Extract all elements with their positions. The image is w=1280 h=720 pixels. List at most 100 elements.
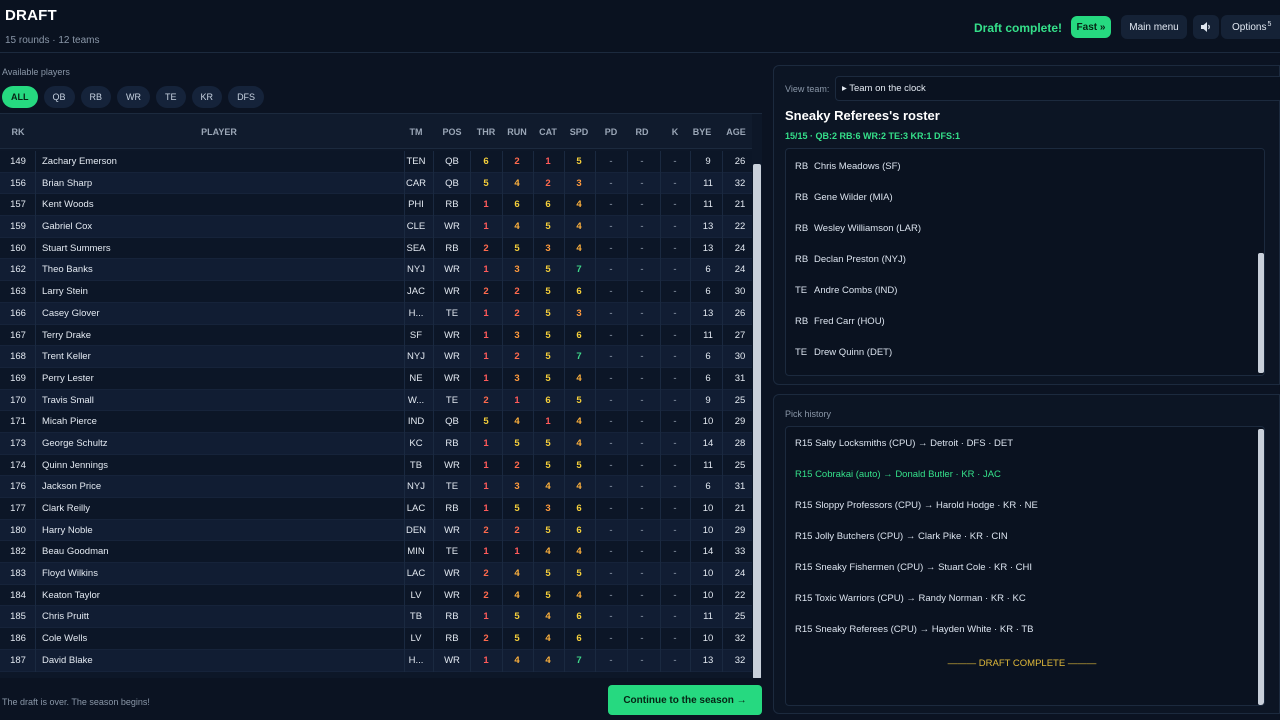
cell-player: Micah Pierce bbox=[42, 416, 97, 428]
column-divider bbox=[690, 281, 691, 303]
column-divider bbox=[533, 194, 534, 217]
column-header-throw[interactable]: THR bbox=[477, 127, 496, 137]
cell-player: Travis Small bbox=[42, 394, 94, 406]
cell-run: 4 bbox=[514, 654, 520, 666]
cell-age: 29 bbox=[734, 416, 746, 428]
history-scrollbar-thumb[interactable] bbox=[1258, 429, 1264, 705]
roster-item[interactable]: RB Chris Meadows (SF) bbox=[795, 161, 901, 172]
table-row[interactable]: 185 Chris Pruitt TB RB 1 5 4 6 - - - 11 25 bbox=[0, 606, 752, 629]
column-header-rank[interactable]: RK bbox=[12, 127, 25, 137]
cell-run: 5 bbox=[514, 633, 520, 645]
column-divider bbox=[690, 411, 691, 433]
column-divider bbox=[533, 367, 534, 390]
column-header-pass-defense[interactable]: PD bbox=[605, 127, 618, 137]
table-row[interactable]: 182 Beau Goodman MIN TE 1 1 4 4- - -14 33 bbox=[0, 541, 752, 564]
roster-item[interactable]: RB Declan Preston (NYJ) bbox=[795, 254, 906, 265]
column-header-catch[interactable]: CAT bbox=[539, 127, 557, 137]
table-row[interactable]: 177 Clark Reilly LAC RB 1 5 3 6 - - - 10 21 bbox=[0, 498, 752, 520]
column-divider bbox=[404, 237, 405, 260]
fast-button[interactable]: Fast » bbox=[1071, 16, 1111, 38]
column-header-player[interactable]: PLAYER bbox=[201, 127, 237, 137]
table-row[interactable]: 159 Gabriel Cox CLE WR 1 4 5 4 - - - 13 22 bbox=[0, 216, 752, 238]
column-divider bbox=[502, 172, 503, 195]
history-item: R15 Toxic Warriors (CPU) → Randy Norman … bbox=[795, 593, 1026, 604]
cell-age: 21 bbox=[734, 503, 746, 514]
cell-catch: 5 bbox=[545, 589, 551, 601]
cell-age: 24 bbox=[734, 568, 746, 580]
table-row[interactable]: 170 Travis Small W... TE 2 1 6 5 - - - 9 25 bbox=[0, 389, 752, 412]
column-divider bbox=[502, 411, 503, 433]
cell-position: TE bbox=[445, 481, 459, 493]
filter-kr[interactable]: KR bbox=[191, 86, 223, 108]
table-row[interactable]: 163 Larry Stein JAC WR 2 2 5 6 - - - 6 30 bbox=[0, 281, 752, 303]
roster-item-name: Wesley Williamson (LAR) bbox=[814, 223, 921, 234]
cell-team: NYJ bbox=[407, 351, 425, 363]
filter-te[interactable]: TE bbox=[156, 86, 186, 108]
view-team-select[interactable]: ▸ Team on the clock bbox=[835, 76, 1280, 101]
roster-item[interactable]: TE Andre Combs (IND) bbox=[795, 285, 897, 296]
filter-wr[interactable]: WR bbox=[117, 86, 151, 108]
table-row[interactable]: 149 Zachary Emerson TEN QB 6 2 1 5 - - - 9 26 bbox=[0, 151, 752, 173]
roster-item[interactable]: RB Wesley Williamson (LAR) bbox=[795, 223, 921, 234]
table-row[interactable]: 187 David Blake H... WR 1 4 4 7 - - - 13 32 bbox=[0, 649, 752, 672]
cell-team: TB bbox=[409, 459, 423, 471]
roster-item[interactable]: RB Gene Wilder (MIA) bbox=[795, 192, 893, 203]
table-row[interactable]: 168 Trent Keller NYJ WR 1 2 5 7 - - - 6 30 bbox=[0, 346, 752, 368]
column-header-team[interactable]: TM bbox=[410, 127, 423, 137]
sound-button[interactable] bbox=[1193, 15, 1219, 39]
options-button[interactable]: Options 5 bbox=[1221, 15, 1280, 39]
cell-position: RB bbox=[445, 242, 459, 254]
column-divider bbox=[35, 389, 36, 412]
cell-catch: 1 bbox=[545, 156, 551, 167]
table-row[interactable]: 157 Kent Woods PHI RB 1 6 6 4 - - - 11 21 bbox=[0, 194, 752, 217]
cell-bye: 10 bbox=[702, 503, 714, 514]
filter-all[interactable]: ALL bbox=[2, 86, 38, 108]
table-row[interactable]: 176 Jackson Price NYJ TE 1 3 4 4 - - - 6 31 bbox=[0, 476, 752, 498]
table-row[interactable]: 180 Harry Noble DEN WR 2 2 5 6 - - - 10 29 bbox=[0, 519, 752, 542]
table-row[interactable]: 166 Casey Glover H... TE 1 2 5 3 - - - 13 26 bbox=[0, 302, 752, 325]
column-divider bbox=[533, 411, 534, 433]
table-row[interactable]: 174 Quinn Jennings TB WR 1 2 5 5- - -11 25 bbox=[0, 454, 752, 477]
column-header-speed[interactable]: SPD bbox=[570, 127, 589, 137]
column-header-run-defense[interactable]: RD bbox=[636, 127, 649, 137]
column-divider bbox=[660, 606, 661, 629]
column-header-position[interactable]: POS bbox=[442, 127, 461, 137]
table-row[interactable]: 183 Floyd Wilkins LAC WR 2 4 5 5- - -10 24 bbox=[0, 563, 752, 585]
cell-speed: 5 bbox=[576, 568, 582, 580]
table-row[interactable]: 167 Terry Drake SF WR 1 3 5 6 - - - 11 27 bbox=[0, 324, 752, 347]
column-divider bbox=[595, 563, 596, 585]
roster-scrollbar-thumb[interactable] bbox=[1258, 253, 1264, 373]
column-header-run[interactable]: RUN bbox=[507, 127, 527, 137]
roster-item[interactable]: RB Fred Carr (HOU) bbox=[795, 316, 885, 327]
table-scrollbar-thumb[interactable] bbox=[753, 164, 761, 678]
filter-rb[interactable]: RB bbox=[80, 86, 112, 108]
table-row[interactable]: 162 Theo Banks NYJ WR 1 3 5 7 - - - 6 24 bbox=[0, 259, 752, 282]
filter-qb[interactable]: QB bbox=[43, 86, 75, 108]
continue-season-button[interactable]: Continue to the season → bbox=[608, 685, 762, 715]
column-header-kick[interactable]: K bbox=[672, 127, 679, 137]
cell-catch: 1 bbox=[545, 416, 551, 428]
cell-catch: 5 bbox=[545, 286, 551, 298]
filter-dfs[interactable]: DFS bbox=[228, 86, 265, 108]
roster-item-position: RB bbox=[795, 192, 809, 203]
column-divider bbox=[35, 498, 36, 520]
column-header-age[interactable]: AGE bbox=[726, 127, 746, 137]
roster-item[interactable]: TE Drew Quinn (DET) bbox=[795, 347, 892, 358]
column-divider bbox=[533, 606, 534, 629]
table-row[interactable]: 169 Perry Lester NE WR 1 3 5 4 - - - 6 31 bbox=[0, 367, 752, 390]
cell-run: 2 bbox=[514, 351, 520, 363]
main-menu-button[interactable]: Main menu bbox=[1121, 15, 1187, 39]
column-divider bbox=[595, 476, 596, 498]
cell-team: NE bbox=[409, 372, 423, 384]
column-header-bye[interactable]: BYE bbox=[693, 127, 712, 137]
table-row[interactable]: 156 Brian Sharp CAR QB 5 4 2 3 - - - 11 32 bbox=[0, 172, 752, 195]
column-divider bbox=[35, 454, 36, 477]
table-row[interactable]: 171 Micah Pierce IND QB 5 4 1 4 - - - 10 29 bbox=[0, 411, 752, 433]
column-divider bbox=[690, 584, 691, 607]
table-row[interactable]: 186 Cole Wells LV RB 2 5 4 6 - - - 10 32 bbox=[0, 628, 752, 650]
table-row[interactable]: 173 George Schultz KC RB 1 5 5 4 - - - 14 28 bbox=[0, 432, 752, 455]
table-row[interactable]: 184 Keaton Taylor LV WR 2 4 5 4 - - - 10 22 bbox=[0, 584, 752, 607]
column-divider bbox=[533, 259, 534, 282]
column-divider bbox=[470, 563, 471, 585]
table-row[interactable]: 160 Stuart Summers SEA RB 2 5 3 4 - - - 13 24 bbox=[0, 237, 752, 260]
